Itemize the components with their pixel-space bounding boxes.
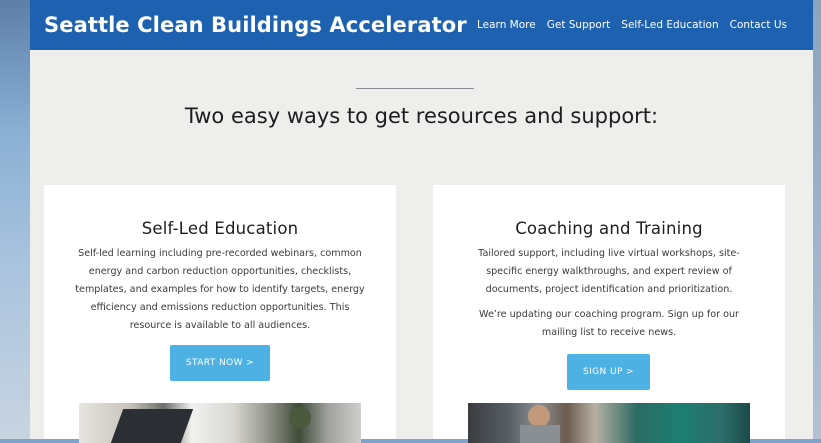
main-nav: Learn More Get Support Self-Led Educatio… [477, 19, 787, 31]
nav-link-learn-more[interactable]: Learn More [477, 19, 536, 31]
card-description: Self-led learning including pre-recorded… [75, 248, 365, 331]
laptop-shape [110, 409, 194, 443]
plant-shape [289, 407, 311, 429]
sign-up-button[interactable]: SIGN UP > [567, 354, 650, 390]
equipment-photo [468, 403, 750, 443]
start-now-button[interactable]: START NOW > [170, 345, 270, 381]
card-title: Self-Led Education [141, 219, 299, 238]
site-brand[interactable]: Seattle Clean Buildings Accelerator [44, 13, 467, 37]
site-header: Seattle Clean Buildings Accelerator Lear… [30, 0, 813, 50]
card-title: Coaching and Training [515, 219, 703, 238]
background-photo-left [0, 0, 30, 439]
nav-link-self-led-education[interactable]: Self-Led Education [621, 19, 718, 31]
laptop-photo [79, 403, 361, 443]
nav-link-get-support[interactable]: Get Support [547, 19, 611, 31]
nav-link-contact-us[interactable]: Contact Us [730, 19, 787, 31]
card-coaching-and-training: Coaching and Training Tailored support, … [433, 185, 785, 443]
section-divider [356, 88, 474, 89]
person-body-shape [520, 425, 560, 443]
section-headline: Two easy ways to get resources and suppo… [184, 104, 659, 128]
background-photo-right [813, 0, 821, 439]
card-self-led-education: Self-Led Education Self-led learning inc… [44, 185, 396, 443]
card-description: Tailored support, including live virtual… [478, 248, 740, 295]
person-head-shape [528, 405, 550, 427]
card-note: We’re updating our coaching program. Sig… [479, 309, 739, 338]
